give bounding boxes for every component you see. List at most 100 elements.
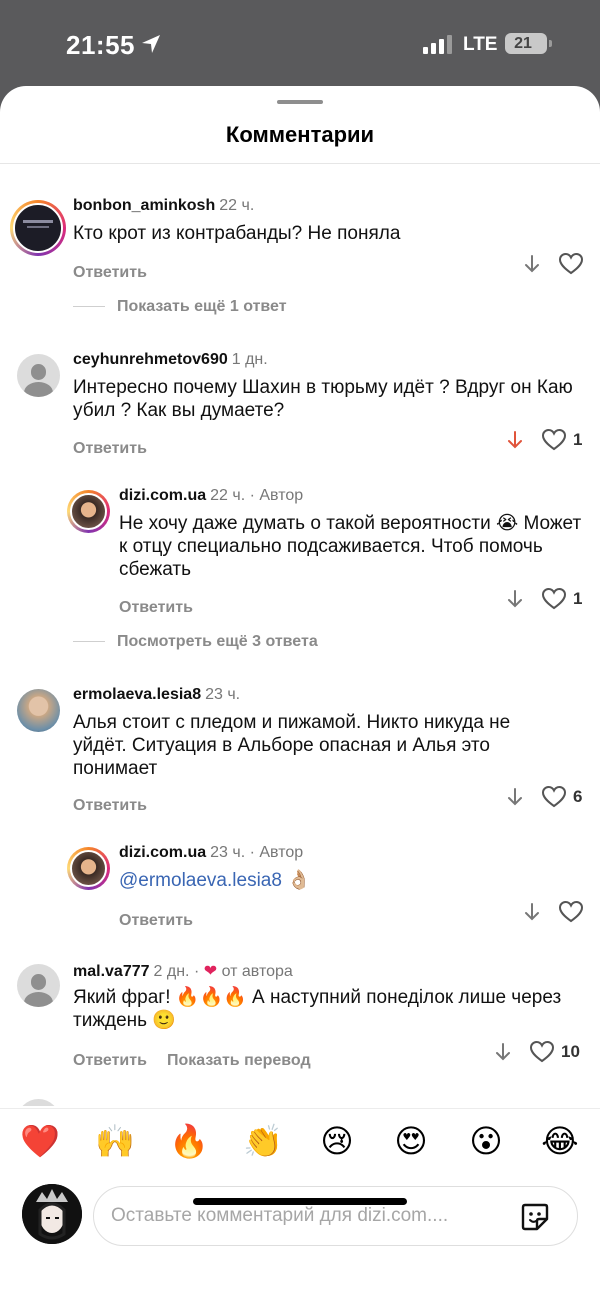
sticker-icon[interactable] — [519, 1201, 551, 1233]
reply-username[interactable]: dizi.com.ua — [119, 487, 206, 504]
reply-username[interactable]: dizi.com.ua — [119, 844, 206, 861]
show-more-replies[interactable]: Показать ещё 1 ответ — [73, 298, 287, 316]
reply-button[interactable]: Ответить — [119, 912, 193, 929]
like-count: 10 — [561, 1042, 580, 1061]
heart-icon[interactable] — [529, 1040, 555, 1064]
reply-time: 22 ч. — [210, 487, 246, 504]
reply-reactions — [522, 900, 584, 924]
sheet-grabber[interactable] — [277, 100, 323, 104]
comment-username[interactable]: bonbon_aminkosh — [73, 197, 215, 214]
avatar[interactable] — [67, 847, 110, 890]
reply-button[interactable]: Ответить — [73, 1052, 147, 1069]
heart-badge-icon: ❤ — [203, 963, 218, 980]
comment-time: 2 дн. — [153, 963, 190, 980]
reply-meta: dizi.com.ua 23 ч. · Автор — [119, 844, 303, 862]
comment-meta: ermolaeva.lesia8 23 ч. — [73, 686, 240, 704]
heart-icon[interactable] — [541, 587, 567, 611]
liked-by-author-badge: от автора — [221, 963, 293, 980]
heart-icon[interactable] — [541, 428, 567, 452]
location-arrow-icon — [142, 35, 160, 53]
arrow-down-icon[interactable] — [505, 429, 525, 451]
heart-icon[interactable] — [558, 900, 584, 924]
reply-text-body: 👌🏼 — [281, 870, 311, 891]
emoji-fire[interactable]: 🔥 — [167, 1123, 211, 1159]
emoji-heart[interactable]: ❤️ — [18, 1123, 62, 1159]
comment-time: 23 ч. — [205, 686, 241, 703]
comment-reactions: 6 — [505, 785, 582, 809]
author-badge: · Автор — [249, 844, 304, 861]
comment-text: Алья стоит с пледом и пижамой. Никто ник… — [73, 712, 511, 779]
reply-text: @ermolaeva.lesia8 👌🏼 — [119, 869, 559, 892]
avatar-crown-icon — [22, 1184, 82, 1244]
emoji-crying[interactable]: 😢 — [315, 1123, 359, 1159]
sheet-title: Комментарии — [225, 122, 375, 147]
show-more-replies-label: Показать ещё 1 ответ — [117, 298, 287, 315]
comment-text: Який фраг! 🔥🔥🔥 А наступний понеділок лиш… — [73, 987, 562, 1031]
cellular-signal-icon — [423, 35, 452, 54]
network-type: LTE — [463, 34, 498, 55]
avatar[interactable] — [17, 689, 60, 732]
comment-reactions — [522, 252, 584, 276]
comment-meta: bonbon_aminkosh 22 ч. — [73, 197, 254, 215]
comment-input[interactable] — [111, 1187, 511, 1245]
comments-list[interactable]: bonbon_aminkosh 22 ч. Кто крот из контраб… — [0, 164, 600, 1106]
emoji-clap[interactable]: 👏 — [241, 1123, 285, 1159]
like-count: 1 — [573, 589, 583, 608]
show-more-replies[interactable]: Посмотреть ещё 3 ответа — [73, 633, 318, 651]
emoji-surprised[interactable]: 😮 — [464, 1123, 508, 1159]
emoji-quick-bar: ❤️ 🙌 🔥 👏 😢 😍 😮 😂 — [0, 1108, 600, 1184]
reply-meta: dizi.com.ua 22 ч. · Автор — [119, 487, 303, 505]
reply-time: 23 ч. — [210, 844, 246, 861]
reply-actions: Ответить — [119, 599, 193, 617]
reply-actions: Ответить — [119, 912, 193, 930]
arrow-down-icon[interactable] — [505, 588, 525, 610]
comment-actions: Ответить Показать перевод — [73, 1052, 311, 1070]
home-indicator[interactable] — [193, 1198, 407, 1205]
comment-username[interactable]: ermolaeva.lesia8 — [73, 686, 201, 703]
status-time: 21:55 — [66, 30, 135, 60]
reply-button[interactable]: Ответить — [73, 440, 147, 457]
arrow-down-icon[interactable] — [522, 901, 542, 923]
avatar[interactable] — [67, 490, 110, 533]
translate-button[interactable]: Показать перевод — [167, 1052, 311, 1069]
comment-composer — [0, 1176, 600, 1256]
heart-icon[interactable] — [558, 252, 584, 276]
avatar[interactable] — [10, 200, 66, 256]
arrow-down-icon[interactable] — [522, 253, 542, 275]
comment-actions: Ответить — [73, 264, 147, 282]
emoji-laughing[interactable]: 😂 — [538, 1123, 582, 1159]
reply-button[interactable]: Ответить — [73, 264, 147, 281]
comment-input-container — [93, 1186, 578, 1246]
avatar[interactable] — [17, 1099, 60, 1106]
reply-button[interactable]: Ответить — [119, 599, 193, 616]
arrow-down-icon[interactable] — [493, 1041, 513, 1063]
battery-level: 21 — [514, 35, 532, 52]
status-bar: 21:55 LTE 21 — [0, 0, 600, 90]
emoji-heart-eyes[interactable]: 😍 — [389, 1123, 433, 1159]
heart-icon[interactable] — [541, 785, 567, 809]
show-more-replies-label: Посмотреть ещё 3 ответа — [117, 633, 318, 650]
badge-separator: · — [193, 963, 200, 980]
battery-icon: 21 — [505, 33, 552, 54]
comment-text: Интересно почему Шахин в тюрьму идёт ? В… — [73, 377, 573, 421]
comment-username[interactable]: mal.va777 — [73, 963, 150, 980]
like-count: 6 — [573, 787, 583, 806]
avatar[interactable] — [17, 964, 60, 1007]
comment-meta: mal.va777 2 дн. · ❤ от автора — [73, 961, 293, 981]
comment-text: Кто крот из контрабанды? Не поняла — [73, 223, 401, 244]
comment-actions: Ответить — [73, 797, 147, 815]
comment-reactions: 1 — [505, 428, 582, 452]
comments-sheet: Комментарии bonbon_aminkosh 22 ч. Кто кро… — [0, 86, 600, 1303]
arrow-down-icon[interactable] — [505, 786, 525, 808]
comment-username[interactable]: ceyhunrehmetov690 — [73, 351, 228, 368]
comment-time: 1 дн. — [231, 351, 268, 368]
avatar[interactable] — [17, 354, 60, 397]
reply-text: Не хочу даже думать о такой вероятности … — [119, 513, 582, 580]
mention-link[interactable]: @ermolaeva.lesia8 — [119, 870, 282, 891]
comment-reactions: 10 — [493, 1040, 580, 1064]
comment-meta: ceyhunrehmetov690 1 дн. — [73, 351, 268, 369]
reply-button[interactable]: Ответить — [73, 797, 147, 814]
emoji-raised-hands[interactable]: 🙌 — [93, 1123, 137, 1159]
my-avatar[interactable] — [22, 1184, 82, 1244]
author-badge: · Автор — [249, 487, 304, 504]
